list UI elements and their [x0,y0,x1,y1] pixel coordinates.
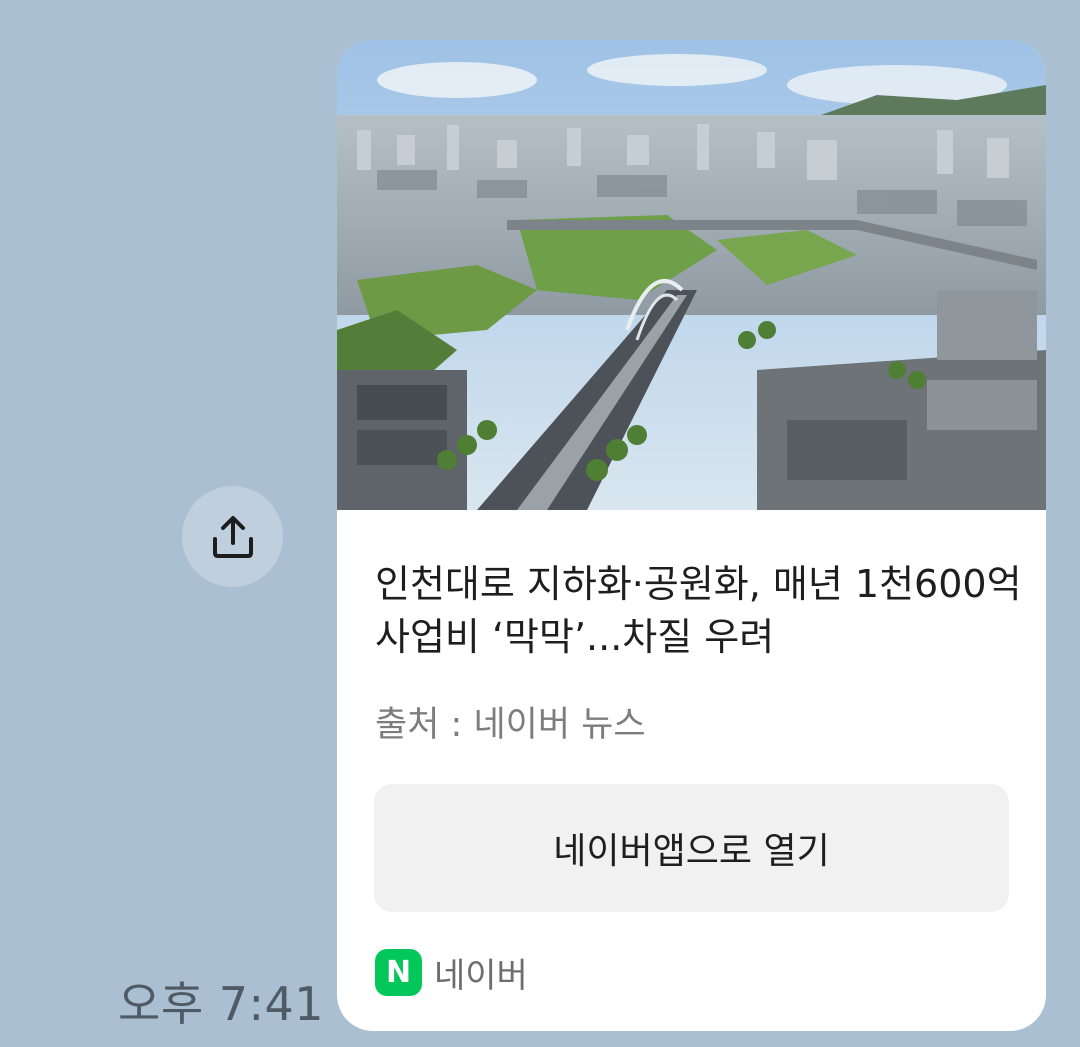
article-source: 출처 : 네이버 뉴스 [375,705,646,745]
footer-label: 네이버 [434,956,528,996]
share-upload-icon [212,515,253,558]
article-headline[interactable]: 인천대로 지하화·공원화, 매년 1천600억 사업비 ‘막막’...차질 우려 [375,558,1025,664]
article-thumbnail[interactable] [337,40,1046,510]
open-in-naver-app-button[interactable]: 네이버앱으로 열기 [374,784,1009,912]
share-button[interactable] [182,486,283,587]
link-preview-card[interactable]: 인천대로 지하화·공원화, 매년 1천600억 사업비 ‘막막’...차질 우려… [337,40,1046,1031]
naver-logo-letter: N [385,954,412,990]
aerial-city-image [337,40,1046,510]
naver-logo-icon: N [375,949,422,996]
message-timestamp: 오후 7:41 [118,977,325,1031]
card-footer[interactable]: N 네이버 [375,948,528,997]
chat-screen: 오후 7:41 인천대로 지하화·공원화, 매년 1천600억 사업비 ‘막막’… [0,0,1080,1047]
